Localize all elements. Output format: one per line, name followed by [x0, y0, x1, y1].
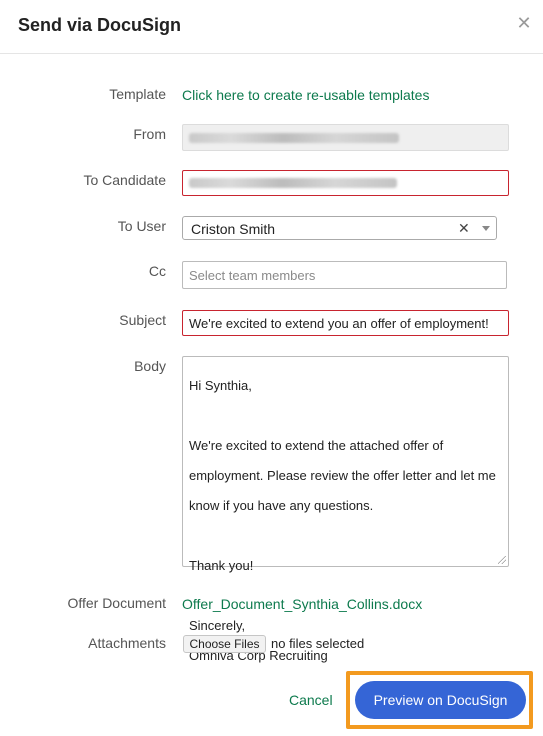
- body-line: employment. Please review the offer lett…: [189, 468, 496, 483]
- body-line: [189, 408, 502, 423]
- body-label: Body: [134, 358, 166, 374]
- preview-on-docusign-button[interactable]: Preview on DocuSign: [355, 681, 526, 719]
- create-template-link[interactable]: Click here to create re-usable templates: [182, 87, 429, 103]
- chevron-down-icon[interactable]: [482, 226, 490, 231]
- cc-placeholder: Select team members: [189, 267, 316, 283]
- body-line: know if you have any questions.: [189, 498, 374, 513]
- from-label: From: [133, 126, 166, 142]
- to-user-select[interactable]: Criston Smith ✕: [182, 216, 497, 240]
- body-line: Sincerely,: [189, 618, 246, 633]
- attachments-label: Attachments: [88, 635, 166, 651]
- body-line: Hi Synthia,: [189, 378, 252, 393]
- dialog-title: Send via DocuSign: [18, 15, 182, 35]
- body-line: We're excited to extend the attached off…: [189, 438, 444, 453]
- clear-icon[interactable]: ✕: [458, 220, 470, 237]
- from-field: [182, 124, 509, 151]
- to-candidate-label: To Candidate: [83, 172, 166, 188]
- dialog-header: Send via DocuSign ✕: [0, 0, 543, 54]
- to-user-label: To User: [117, 218, 166, 234]
- close-icon[interactable]: ✕: [515, 14, 533, 32]
- subject-input[interactable]: We're excited to extend you an offer of …: [182, 310, 509, 336]
- body-line: [189, 528, 502, 543]
- subject-label: Subject: [119, 312, 166, 328]
- redacted-email: [189, 132, 399, 143]
- template-label: Template: [109, 86, 166, 102]
- offer-document-label: Offer Document: [67, 595, 166, 611]
- body-textarea[interactable]: Hi Synthia, We're excited to extend the …: [182, 356, 509, 663]
- resize-handle-icon[interactable]: [498, 556, 506, 564]
- files-status: no files selected: [271, 636, 365, 651]
- body-line: Thank you!: [189, 558, 254, 573]
- choose-files-button[interactable]: Choose Files: [183, 635, 266, 653]
- to-candidate-field[interactable]: [182, 170, 509, 196]
- cc-label: Cc: [148, 263, 166, 279]
- redacted-candidate-email: [189, 178, 397, 188]
- subject-value: We're excited to extend you an offer of …: [189, 315, 489, 331]
- offer-document-link[interactable]: Offer_Document_Synthia_Collins.docx: [182, 596, 422, 612]
- cc-input[interactable]: Select team members: [182, 261, 507, 289]
- to-user-value: Criston Smith: [191, 221, 276, 237]
- cancel-button[interactable]: Cancel: [289, 692, 333, 708]
